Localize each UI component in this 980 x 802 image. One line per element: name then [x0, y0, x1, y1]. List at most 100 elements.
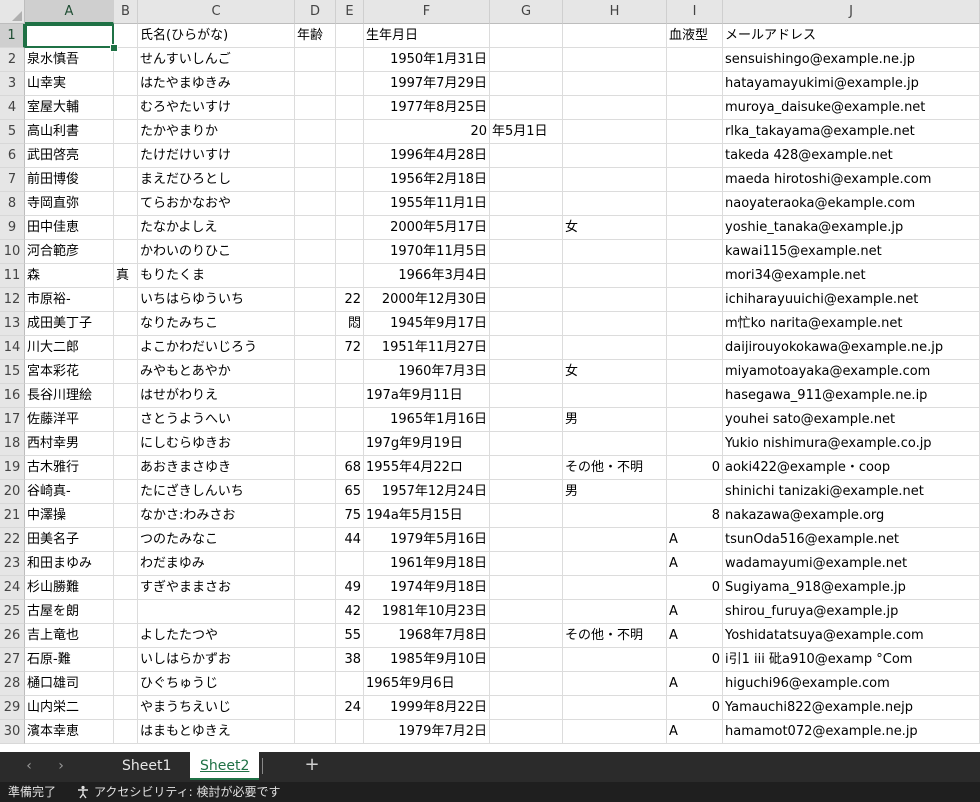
cell-b22[interactable] [114, 528, 138, 552]
cell-f23[interactable]: 1961年9月18日 [364, 552, 490, 576]
cell-f28[interactable]: 1965年9月6日 [364, 672, 490, 696]
cell-j11[interactable]: mori34@example.net [723, 264, 980, 288]
cell-f19[interactable]: 1955年4月22ロ [364, 456, 490, 480]
column-header-d[interactable]: D [295, 0, 336, 24]
cell-j18[interactable]: Yukio nishimura@example.co.jp [723, 432, 980, 456]
row-header-27[interactable]: 27 [0, 648, 25, 672]
cell-f6[interactable]: 1996年4月28日 [364, 144, 490, 168]
cell-d27[interactable] [295, 648, 336, 672]
cell-e7[interactable] [336, 168, 364, 192]
cell-i26[interactable]: A [667, 624, 723, 648]
cell-c14[interactable]: よこかわだいじろう [138, 336, 295, 360]
cell-a18[interactable]: 西村幸男 [25, 432, 114, 456]
cell-c19[interactable]: あおきまさゆき [138, 456, 295, 480]
cell-h8[interactable] [563, 192, 667, 216]
column-header-j[interactable]: J [723, 0, 980, 24]
cell-h3[interactable] [563, 72, 667, 96]
row-header-8[interactable]: 8 [0, 192, 25, 216]
cell-h25[interactable] [563, 600, 667, 624]
cell-h28[interactable] [563, 672, 667, 696]
cell-a3[interactable]: 山幸実 [25, 72, 114, 96]
cell-e5[interactable] [336, 120, 364, 144]
row-header-30[interactable]: 30 [0, 720, 25, 744]
cell-j1[interactable]: メールアドレス [723, 24, 980, 48]
cell-i18[interactable] [667, 432, 723, 456]
cell-c26[interactable]: よしたたつや [138, 624, 295, 648]
cell-h14[interactable] [563, 336, 667, 360]
column-header-i[interactable]: I [667, 0, 723, 24]
cell-d24[interactable] [295, 576, 336, 600]
cell-i30[interactable]: A [667, 720, 723, 744]
tab-sheet1[interactable]: Sheet1 [112, 752, 181, 780]
prev-sheet-icon[interactable]: ‹ [20, 758, 38, 774]
row-header-19[interactable]: 19 [0, 456, 25, 480]
cell-b3[interactable] [114, 72, 138, 96]
cell-j13[interactable]: m忙ko narita@example.net [723, 312, 980, 336]
cell-j2[interactable]: sensuishingo@example.ne.jp [723, 48, 980, 72]
cell-h11[interactable] [563, 264, 667, 288]
cell-b30[interactable] [114, 720, 138, 744]
cell-h1[interactable] [563, 24, 667, 48]
cell-f30[interactable]: 1979年7月2日 [364, 720, 490, 744]
cell-g2[interactable] [490, 48, 563, 72]
cell-j14[interactable]: daijirouyokokawa@example.ne.jp [723, 336, 980, 360]
cell-h7[interactable] [563, 168, 667, 192]
cell-j5[interactable]: rlka_takayama@example.net [723, 120, 980, 144]
cell-i5[interactable] [667, 120, 723, 144]
cell-g9[interactable] [490, 216, 563, 240]
cell-h19[interactable]: その他・不明 [563, 456, 667, 480]
cell-g5[interactable]: 年5月1日 [490, 120, 563, 144]
cell-h24[interactable] [563, 576, 667, 600]
cell-a5[interactable]: 高山利書 [25, 120, 114, 144]
cell-g28[interactable] [490, 672, 563, 696]
cell-j17[interactable]: youhei sato@example.net [723, 408, 980, 432]
cell-f2[interactable]: 1950年1月31日 [364, 48, 490, 72]
cell-i17[interactable] [667, 408, 723, 432]
cell-a28[interactable]: 樋口雄司 [25, 672, 114, 696]
cell-f1[interactable]: 生年月日 [364, 24, 490, 48]
cell-b4[interactable] [114, 96, 138, 120]
cell-g22[interactable] [490, 528, 563, 552]
row-header-15[interactable]: 15 [0, 360, 25, 384]
cell-g3[interactable] [490, 72, 563, 96]
cell-b18[interactable] [114, 432, 138, 456]
cell-c18[interactable]: にしむらゆきお [138, 432, 295, 456]
cell-j20[interactable]: shinichi tanizaki@example.net [723, 480, 980, 504]
cell-e26[interactable]: 55 [336, 624, 364, 648]
cell-e27[interactable]: 38 [336, 648, 364, 672]
cell-d6[interactable] [295, 144, 336, 168]
cell-c11[interactable]: もりたくま [138, 264, 295, 288]
cell-a1[interactable] [25, 24, 114, 48]
cell-a14[interactable]: 川大二郎 [25, 336, 114, 360]
cell-i14[interactable] [667, 336, 723, 360]
column-header-f[interactable]: F [364, 0, 490, 24]
cell-g29[interactable] [490, 696, 563, 720]
cell-e11[interactable] [336, 264, 364, 288]
accessibility-icon[interactable] [76, 785, 90, 799]
cell-c30[interactable]: はまもとゆきえ [138, 720, 295, 744]
row-header-12[interactable]: 12 [0, 288, 25, 312]
cell-f25[interactable]: 1981年10月23日 [364, 600, 490, 624]
cell-c25[interactable] [138, 600, 295, 624]
cell-i7[interactable] [667, 168, 723, 192]
cell-d10[interactable] [295, 240, 336, 264]
cell-f11[interactable]: 1966年3月4日 [364, 264, 490, 288]
cell-j10[interactable]: kawai115@example.net [723, 240, 980, 264]
cell-a17[interactable]: 佐藤洋平 [25, 408, 114, 432]
cell-d13[interactable] [295, 312, 336, 336]
cell-g8[interactable] [490, 192, 563, 216]
cell-j16[interactable]: hasegawa_911@example.ne.ip [723, 384, 980, 408]
cell-j6[interactable]: takeda 428@example.net [723, 144, 980, 168]
cell-h13[interactable] [563, 312, 667, 336]
cell-a23[interactable]: 和田まゆみ [25, 552, 114, 576]
cell-c7[interactable]: まえだひろとし [138, 168, 295, 192]
cell-d16[interactable] [295, 384, 336, 408]
cell-a22[interactable]: 田美名子 [25, 528, 114, 552]
cell-e20[interactable]: 65 [336, 480, 364, 504]
cell-e30[interactable] [336, 720, 364, 744]
cell-c10[interactable]: かわいのりひこ [138, 240, 295, 264]
cell-i19[interactable]: 0 [667, 456, 723, 480]
cell-d30[interactable] [295, 720, 336, 744]
row-header-1[interactable]: 1 [0, 24, 25, 48]
worksheet-grid[interactable]: ABCDEFGHIJ 1 氏名(ひらがな) 年齢 生年月日 血液型 メールアドレス 2 泉水慎… [0, 0, 980, 752]
